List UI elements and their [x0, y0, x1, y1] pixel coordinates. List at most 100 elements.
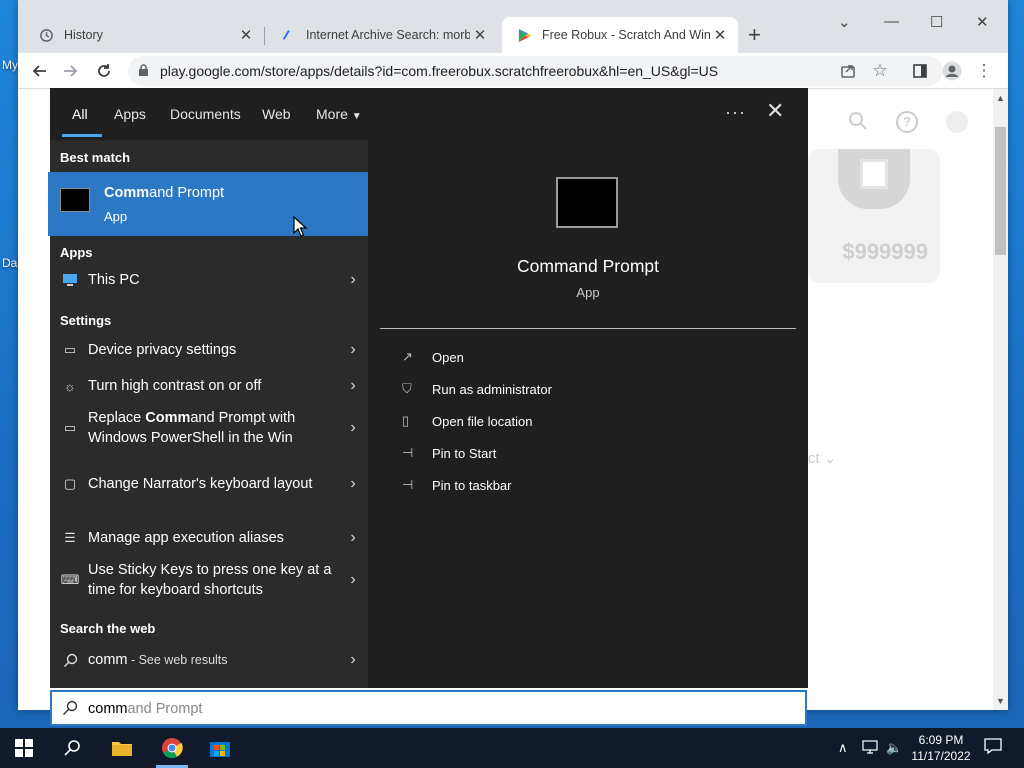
- system-clock[interactable]: 6:09 PM 11/17/2022: [906, 732, 976, 764]
- action-pin-to-taskbar[interactable]: ⊣ Pin to taskbar: [402, 477, 512, 493]
- result-device-privacy[interactable]: ▭ Device privacy settings ›: [50, 334, 368, 366]
- action-run-as-admin[interactable]: ⛉ Run as administrator: [402, 381, 552, 397]
- minimize-icon[interactable]: —: [884, 13, 899, 30]
- chevron-right-icon[interactable]: ›: [338, 419, 368, 437]
- command-prompt-icon: [556, 177, 618, 228]
- account-avatar[interactable]: [946, 111, 968, 133]
- windows-start-icon[interactable]: [12, 736, 36, 760]
- taskbar: ∧ 🔈 6:09 PM 11/17/2022: [0, 728, 1024, 768]
- chevron-right-icon[interactable]: ›: [338, 271, 368, 289]
- preview-pane: Command Prompt App ↗ Open ⛉ Run as admin…: [380, 140, 796, 688]
- result-label: Use Sticky Keys to press one key at a ti…: [88, 562, 332, 598]
- profile-avatar-icon[interactable]: [940, 59, 964, 83]
- chrome-menu-icon[interactable]: ⋮: [972, 59, 996, 83]
- list-icon: ☰: [64, 530, 76, 545]
- chevron-right-icon[interactable]: ›: [338, 341, 368, 359]
- scroll-down-icon[interactable]: ▼: [996, 696, 1005, 706]
- history-icon: [38, 27, 54, 43]
- chrome-icon[interactable]: [160, 736, 184, 760]
- back-icon[interactable]: [28, 59, 52, 83]
- help-icon[interactable]: ?: [896, 111, 918, 133]
- search-icon: [60, 653, 80, 668]
- show-hidden-icons[interactable]: ∧: [838, 740, 848, 756]
- taskbar-settings-icon: ▭: [63, 420, 77, 435]
- pin-icon: ⊣: [402, 477, 414, 492]
- result-web-search[interactable]: comm - See web results ›: [50, 644, 368, 676]
- more-options-icon[interactable]: ···: [725, 102, 746, 123]
- result-app-execution-aliases[interactable]: ☰ Manage app execution aliases ›: [50, 522, 368, 554]
- preview-type: App: [576, 285, 600, 300]
- best-match-type: App: [104, 209, 128, 224]
- page-scrollbar[interactable]: ▲ ▼: [993, 89, 1008, 710]
- desktop-icon-label[interactable]: Da: [2, 256, 17, 270]
- search-panel: All Apps Documents Web More ▼ ··· ✕ Best…: [48, 88, 808, 688]
- tab-search-icon[interactable]: ⌄: [838, 13, 851, 31]
- close-icon[interactable]: ✕: [766, 100, 784, 122]
- chevron-down-icon[interactable]: ⌄: [824, 450, 837, 467]
- result-high-contrast[interactable]: ☼ Turn high contrast on or off ›: [50, 370, 368, 402]
- tab-internet-archive[interactable]: Internet Archive Search: morbius ✕: [266, 17, 498, 53]
- notifications-icon[interactable]: [984, 738, 1002, 757]
- action-open-file-location[interactable]: ▯ Open file location: [402, 413, 532, 429]
- microsoft-store-icon[interactable]: [208, 736, 232, 760]
- chevron-right-icon[interactable]: ›: [338, 571, 368, 589]
- bookmark-star-icon[interactable]: ☆: [868, 59, 892, 83]
- result-label: Manage app execution aliases: [88, 530, 284, 546]
- chevron-right-icon[interactable]: ›: [338, 377, 368, 395]
- chevron-right-icon[interactable]: ›: [338, 475, 368, 493]
- scroll-up-icon[interactable]: ▲: [996, 93, 1005, 103]
- tab-history[interactable]: History ✕: [24, 17, 264, 53]
- search-box[interactable]: command Prompt: [50, 690, 807, 726]
- app-icon-card: $999999: [808, 149, 940, 283]
- close-tab-icon[interactable]: ✕: [710, 25, 730, 45]
- lock-icon: [138, 64, 149, 82]
- forward-icon[interactable]: [58, 59, 82, 83]
- volume-icon[interactable]: 🔈: [886, 740, 902, 756]
- result-label: Device privacy settings: [88, 342, 237, 358]
- search-icon: [62, 700, 78, 721]
- chevron-right-icon[interactable]: ›: [338, 529, 368, 547]
- close-tab-icon[interactable]: ✕: [236, 25, 256, 45]
- tab-web[interactable]: Web: [262, 106, 291, 122]
- search-icon[interactable]: [60, 736, 84, 760]
- tab-free-robux[interactable]: Free Robux - Scratch And Win - ✕: [502, 17, 738, 53]
- scrollbar-thumb[interactable]: [995, 127, 1006, 255]
- search-input[interactable]: command Prompt: [88, 701, 202, 717]
- google-play-icon: [516, 27, 532, 43]
- tab-documents[interactable]: Documents: [170, 106, 241, 122]
- tab-all[interactable]: All: [72, 106, 88, 122]
- reload-icon[interactable]: [92, 59, 116, 83]
- action-open[interactable]: ↗ Open: [402, 349, 464, 365]
- close-tab-icon[interactable]: ✕: [470, 25, 490, 45]
- shield-icon: ⛉: [402, 381, 412, 396]
- action-pin-to-start[interactable]: ⊣ Pin to Start: [402, 445, 496, 461]
- file-explorer-icon[interactable]: [110, 736, 134, 760]
- result-this-pc[interactable]: This PC ›: [50, 264, 368, 296]
- tab-more[interactable]: More ▼: [316, 106, 362, 122]
- share-icon[interactable]: [836, 59, 860, 83]
- maximize-icon[interactable]: ☐: [930, 13, 943, 31]
- best-match-name: Command Prompt: [104, 185, 225, 201]
- new-tab-button[interactable]: +: [748, 24, 761, 46]
- search-icon[interactable]: [848, 111, 868, 136]
- browser-toolbar: play.google.com/store/apps/details?id=co…: [18, 53, 1008, 89]
- address-bar[interactable]: play.google.com/store/apps/details?id=co…: [128, 56, 943, 86]
- price-text: $999999: [842, 239, 928, 264]
- side-panel-icon[interactable]: [908, 59, 932, 83]
- divider: [380, 328, 796, 329]
- tab-apps[interactable]: Apps: [114, 106, 146, 122]
- clock-date: 11/17/2022: [911, 749, 971, 763]
- result-label: Change Narrator's keyboard layout: [88, 476, 313, 492]
- close-window-icon[interactable]: ✕: [976, 13, 989, 31]
- result-replace-cmd[interactable]: ▭ Replace Command Prompt with Windows Po…: [50, 406, 368, 450]
- result-sticky-keys[interactable]: ⌨ Use Sticky Keys to press one key at a …: [50, 558, 368, 602]
- best-match-command-prompt[interactable]: Command Prompt App: [48, 172, 368, 236]
- result-narrator-keyboard[interactable]: ▢ Change Narrator's keyboard layout ›: [50, 462, 368, 506]
- chevron-right-icon[interactable]: ›: [338, 651, 368, 669]
- tab-divider: [264, 27, 265, 45]
- desktop-icon-label[interactable]: My: [2, 58, 18, 72]
- mouse-cursor: [293, 215, 308, 243]
- section-header-settings: Settings: [60, 313, 112, 328]
- network-icon[interactable]: [862, 740, 878, 757]
- computer-icon: [60, 273, 80, 287]
